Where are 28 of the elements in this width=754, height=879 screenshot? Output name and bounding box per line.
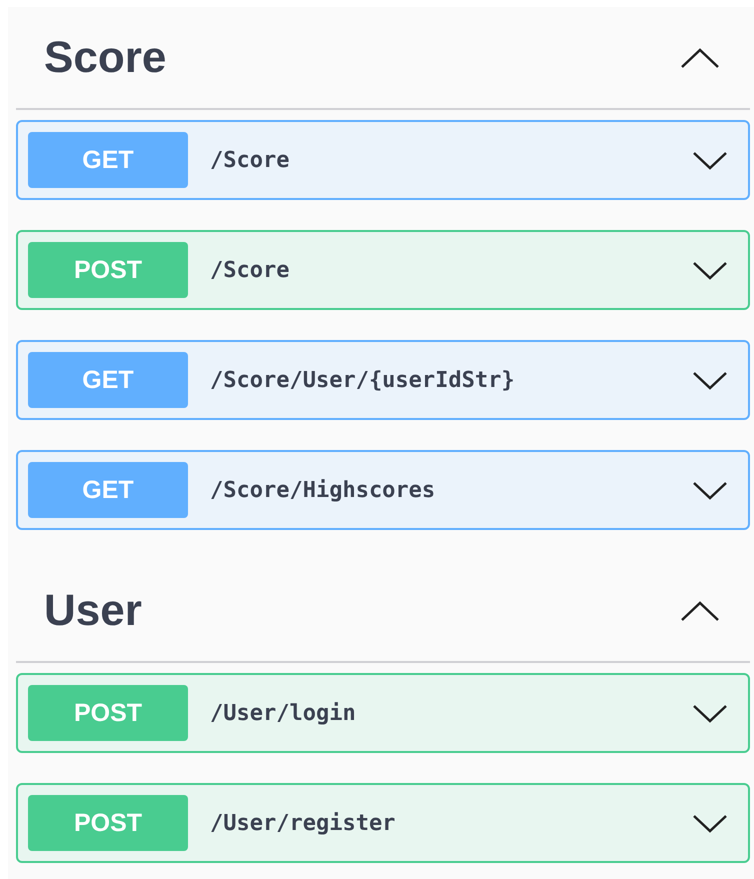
method-badge: POST [28,685,188,741]
method-badge: GET [28,462,188,518]
endpoint-path: /Score [210,258,290,282]
method-badge: POST [28,242,188,298]
chevron-up-icon[interactable] [680,600,720,622]
operation-row[interactable]: POST /Score [16,230,750,310]
method-badge: GET [28,132,188,188]
endpoint-path: /User/login [210,700,357,726]
chevron-down-icon[interactable] [692,703,728,723]
operation-row[interactable]: GET /Score [16,120,750,200]
operation-row[interactable]: GET /Score/Highscores [16,450,750,530]
endpoint-path: /User/register [210,810,396,836]
section-title: User [44,586,142,636]
operation-row[interactable]: POST /User/register [16,783,750,863]
endpoint-path: /Score/User/{userIdStr} [210,368,516,392]
chevron-up-icon[interactable] [680,46,720,68]
chevron-down-icon[interactable] [692,480,728,500]
section-title: Score [44,32,166,82]
endpoint-path: /Score [210,148,290,172]
operation-row[interactable]: POST /User/login [16,673,750,753]
operation-row[interactable]: GET /Score/User/{userIdStr} [16,340,750,420]
chevron-down-icon[interactable] [692,260,728,280]
chevron-down-icon[interactable] [692,150,728,170]
chevron-down-icon[interactable] [692,370,728,390]
endpoint-path: /Score/Highscores [210,478,436,502]
method-badge: POST [28,795,188,851]
method-badge: GET [28,352,188,408]
chevron-down-icon[interactable] [692,813,728,833]
